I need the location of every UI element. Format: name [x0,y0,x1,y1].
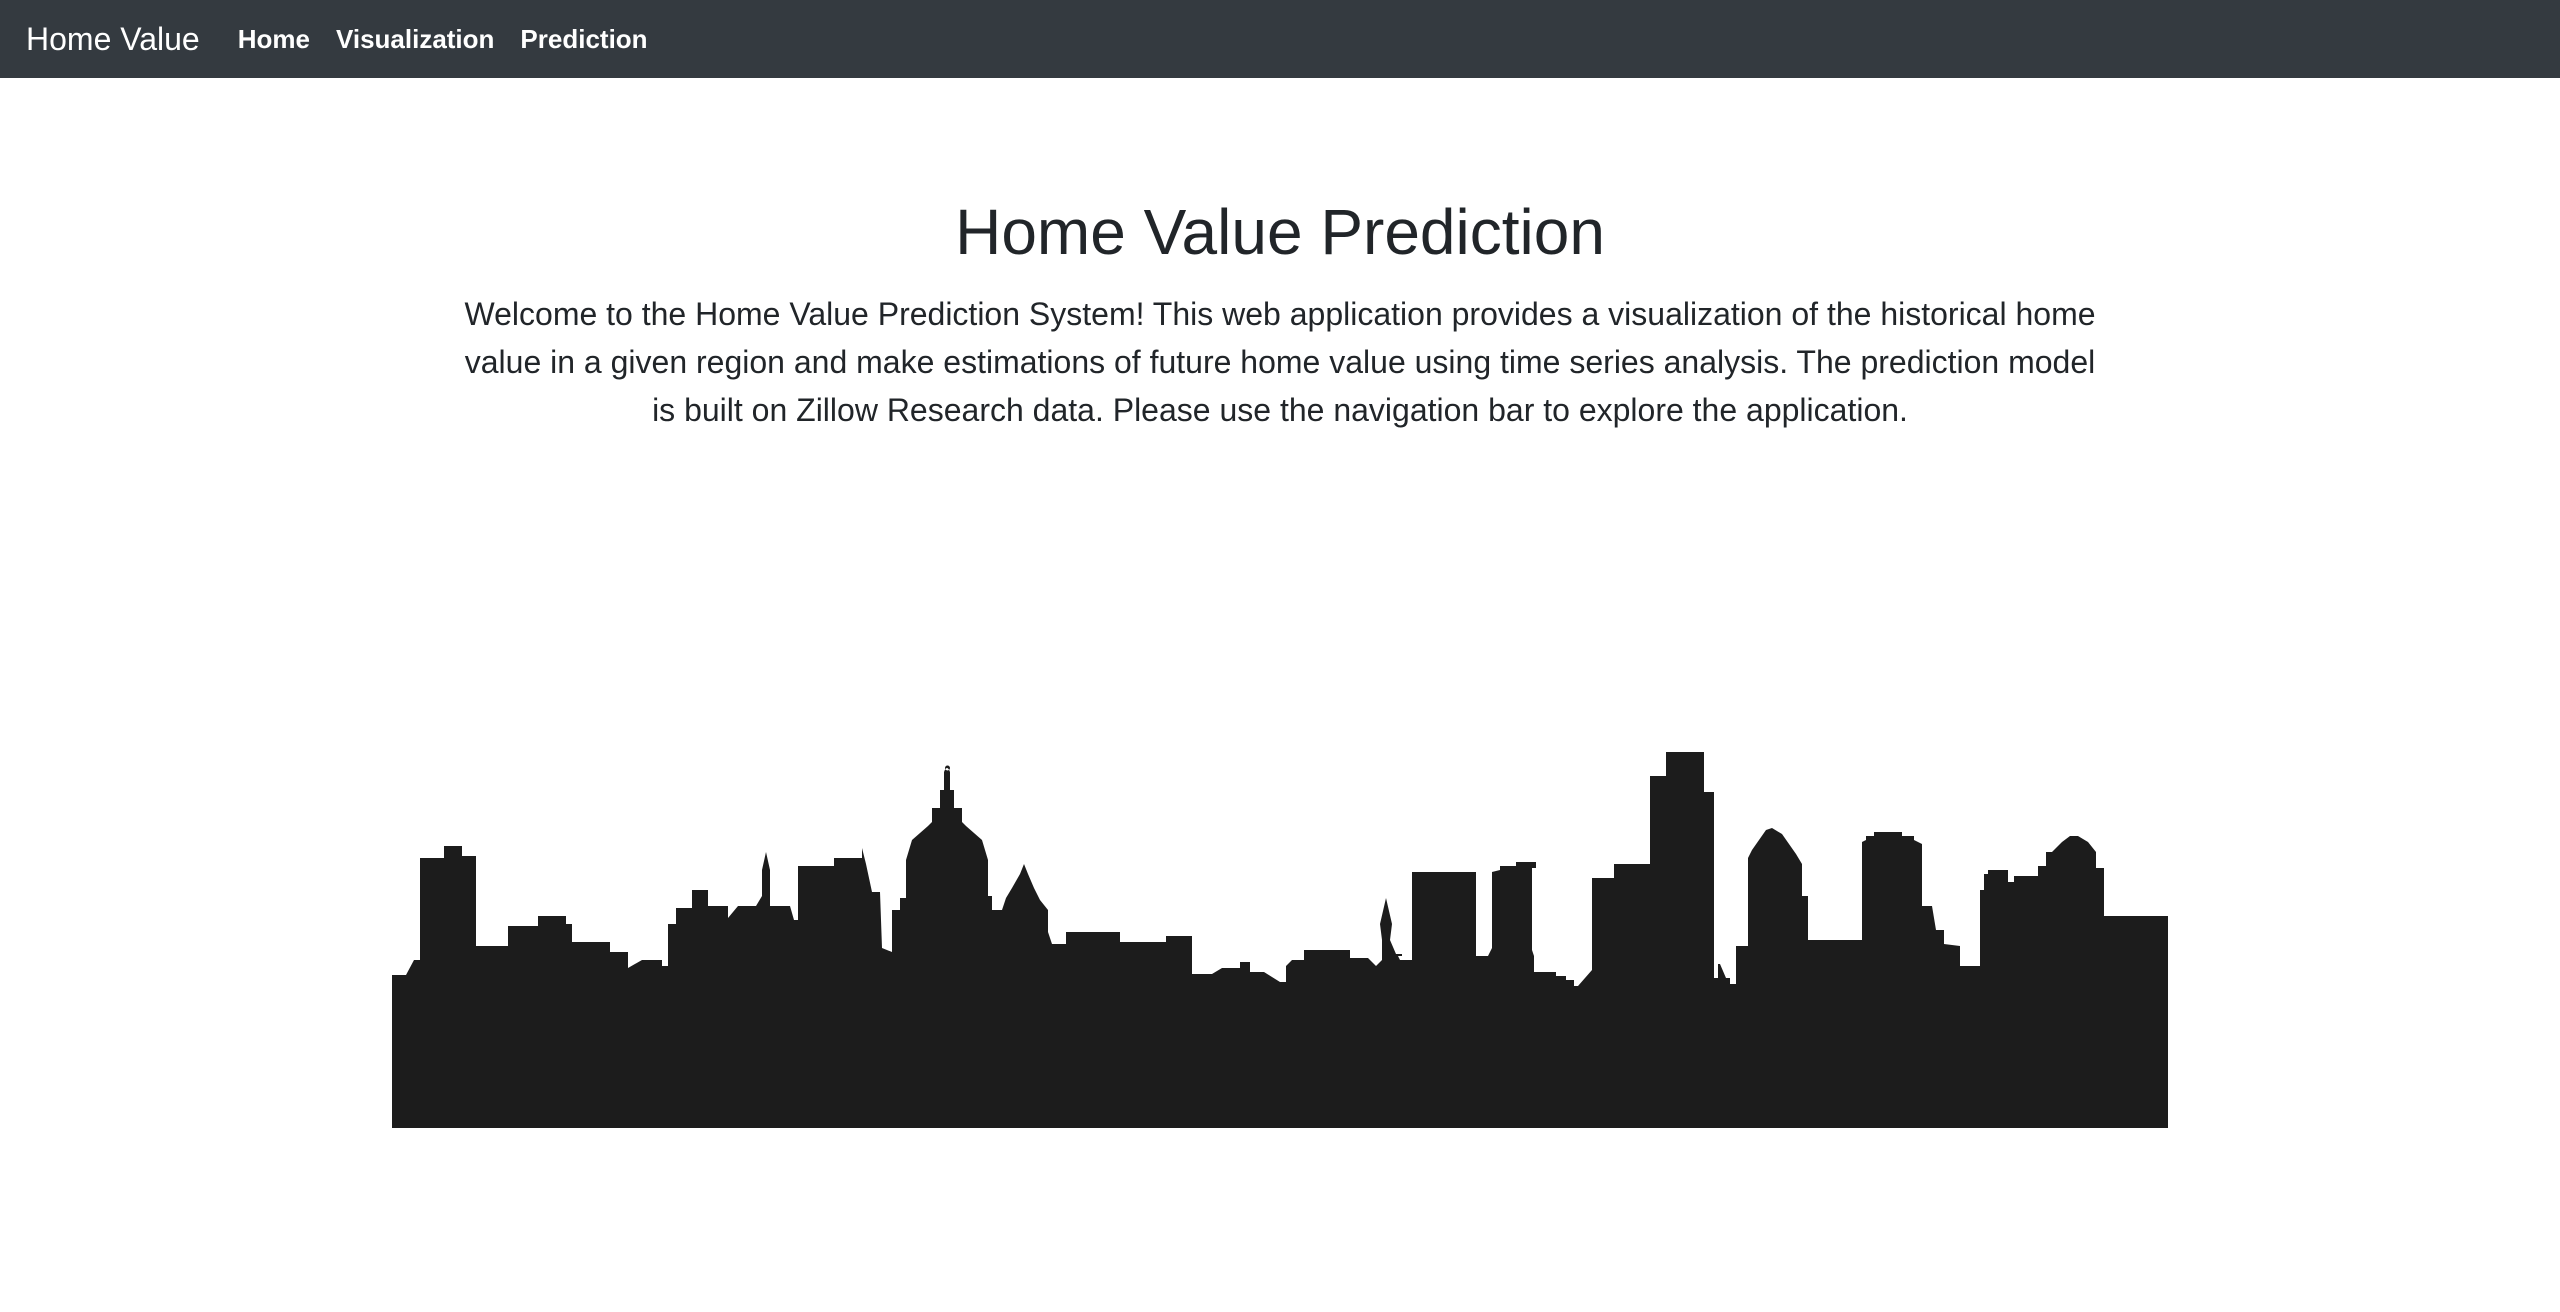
nav-home-link[interactable]: Home [238,24,310,55]
nav-links: Home Visualization Prediction [238,24,648,55]
top-navbar: Home Value Home Visualization Prediction [0,0,2560,78]
city-skyline-image [392,752,2168,1128]
page-title: Home Value Prediction [955,196,1605,268]
brand-link[interactable]: Home Value [26,21,200,58]
intro-paragraph: Welcome to the Home Value Prediction Sys… [464,296,2096,428]
nav-prediction-link[interactable]: Prediction [520,24,647,55]
nav-visualization-link[interactable]: Visualization [336,24,494,55]
main-content: Home Value Prediction Welcome to the Hom… [0,78,2560,1312]
